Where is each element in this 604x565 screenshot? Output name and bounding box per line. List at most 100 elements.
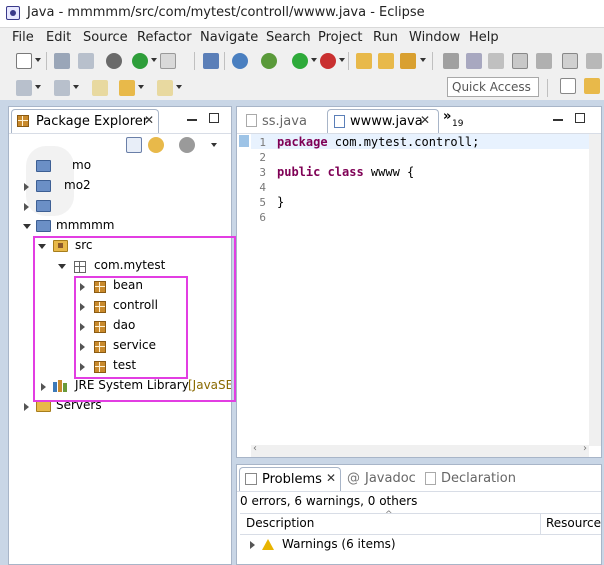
external-tools-dropdown-icon[interactable] [339, 58, 345, 62]
overflow-icon: » [443, 109, 452, 124]
menu-search[interactable]: Search [266, 30, 311, 45]
tab-wwww-java[interactable]: wwww.java ✕ [327, 109, 439, 133]
annotation-marker [239, 135, 249, 147]
close-icon[interactable]: ✕ [144, 113, 154, 127]
build-icon[interactable] [160, 53, 176, 69]
menu-file[interactable]: File [12, 30, 34, 45]
tab-problems[interactable]: Problems ✕ [239, 467, 341, 491]
editor-tabs: ss.java wwww.java ✕ » 19 [237, 107, 601, 134]
tab-label: Declaration [441, 471, 516, 486]
menu-source[interactable]: Source [83, 30, 128, 45]
save-all-icon[interactable] [78, 53, 94, 69]
column-description[interactable]: Description [246, 516, 314, 530]
editor-panel: ss.java wwww.java ✕ » 19 ‹ › [236, 106, 602, 458]
prev-annotation-dropdown-icon[interactable] [73, 85, 79, 89]
menu-refactor[interactable]: Refactor [137, 30, 192, 45]
menu-edit[interactable]: Edit [46, 30, 71, 45]
expand-icon[interactable] [24, 403, 29, 411]
java-perspective-icon[interactable] [584, 78, 600, 94]
tree-item-hidden[interactable] [22, 197, 222, 217]
toolbar-more-icon[interactable] [562, 53, 578, 69]
search-icon[interactable] [400, 53, 416, 69]
menu-window[interactable]: Window [409, 30, 460, 45]
debug-icon[interactable] [261, 53, 277, 69]
word-wrap-icon[interactable] [488, 53, 504, 69]
prev-annotation-icon[interactable] [54, 80, 70, 96]
problems-icon [245, 473, 257, 485]
toggle-mark-icon[interactable] [466, 53, 482, 69]
skip-breakpoints-icon[interactable] [232, 53, 248, 69]
pin-icon[interactable] [443, 53, 459, 69]
menu-run[interactable]: Run [373, 30, 398, 45]
toolbar-overflow-icon[interactable] [586, 53, 602, 69]
toolbar-separator [46, 52, 47, 70]
tab-javadoc[interactable]: @ Javadoc [345, 467, 421, 489]
quick-access-input[interactable]: Quick Access [447, 77, 539, 97]
tab-ss-java[interactable]: ss.java [243, 109, 329, 133]
close-icon[interactable]: ✕ [420, 113, 430, 127]
collapse-icon[interactable] [23, 224, 31, 229]
tree-item-mo[interactable]: mo [22, 157, 222, 177]
focus-task-icon[interactable] [179, 137, 195, 153]
vertical-scrollbar[interactable] [589, 134, 601, 446]
tree-item-mmmmm[interactable]: mmmmm [22, 217, 222, 237]
toolbar-separator [432, 52, 433, 70]
expand-icon[interactable] [24, 183, 29, 191]
new-icon[interactable] [16, 53, 32, 69]
refresh-dropdown-icon[interactable] [151, 58, 157, 62]
tab-overflow-button[interactable]: » 19 [443, 109, 471, 131]
last-edit-icon[interactable] [92, 80, 108, 96]
debug-settings-icon[interactable] [106, 53, 122, 69]
project-icon [36, 180, 51, 192]
line-number: 2 [259, 151, 266, 164]
next-annotation-icon[interactable] [16, 80, 32, 96]
menu-navigate[interactable]: Navigate [200, 30, 258, 45]
maximize-icon[interactable] [209, 113, 219, 123]
project-icon [36, 160, 51, 172]
toolbar-separator [348, 52, 349, 70]
forward-dropdown-icon[interactable] [176, 85, 182, 89]
tab-package-explorer[interactable]: Package Explorer ✕ [11, 109, 159, 133]
minimize-icon[interactable] [553, 119, 563, 121]
scroll-left-icon[interactable]: ‹ [253, 443, 257, 454]
open-perspective-icon[interactable] [560, 78, 576, 94]
package-explorer-icon [17, 115, 29, 127]
tab-label: Problems [262, 472, 322, 487]
expand-icon[interactable] [24, 203, 29, 211]
problems-row-warnings[interactable]: Warnings (6 items) [240, 535, 490, 555]
scroll-right-icon[interactable]: › [583, 443, 587, 454]
search-dropdown-icon[interactable] [420, 58, 426, 62]
menu-help[interactable]: Help [469, 30, 499, 45]
maximize-icon[interactable] [575, 113, 585, 123]
run-icon[interactable] [292, 53, 308, 69]
show-whitespace-icon[interactable] [536, 53, 552, 69]
toolbar-separator [224, 52, 225, 70]
column-resource[interactable]: Resource [546, 516, 601, 530]
refresh-icon[interactable] [132, 53, 148, 69]
tree-item-mo2[interactable]: mo2 [22, 177, 222, 197]
secondary-toolbar: Quick Access [0, 75, 604, 100]
view-menu-icon[interactable] [211, 143, 217, 147]
collapse-all-icon[interactable] [126, 137, 142, 153]
forward-icon[interactable] [157, 80, 173, 96]
open-folder-icon[interactable] [378, 53, 394, 69]
tab-declaration[interactable]: Declaration [423, 467, 523, 489]
new-dropdown-icon[interactable] [35, 58, 41, 62]
open-type-icon[interactable] [356, 53, 372, 69]
save-icon[interactable] [54, 53, 70, 69]
line-number: 1 [259, 136, 266, 149]
next-annotation-dropdown-icon[interactable] [35, 85, 41, 89]
back-icon[interactable] [119, 80, 135, 96]
horizontal-scrollbar[interactable]: ‹ › [251, 443, 589, 457]
run-dropdown-icon[interactable] [311, 58, 317, 62]
block-selection-icon[interactable] [512, 53, 528, 69]
minimize-icon[interactable] [187, 119, 197, 121]
external-tools-icon[interactable] [320, 53, 336, 69]
overflow-count: 19 [452, 119, 464, 129]
console-icon[interactable] [203, 53, 219, 69]
menu-project[interactable]: Project [318, 30, 362, 45]
close-icon[interactable]: ✕ [326, 471, 336, 485]
link-with-editor-icon[interactable] [148, 137, 164, 153]
expand-icon[interactable] [250, 541, 255, 549]
back-dropdown-icon[interactable] [138, 85, 144, 89]
